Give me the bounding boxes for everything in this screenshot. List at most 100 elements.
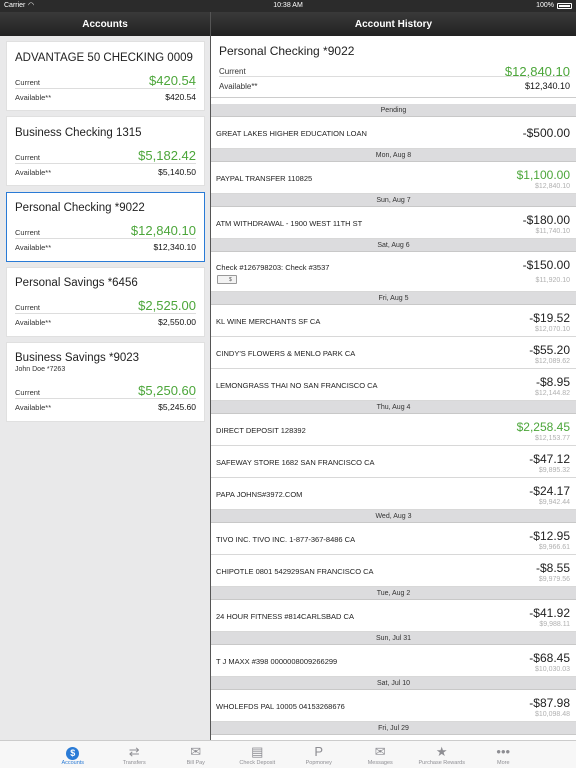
- account-name: Business Savings *9023: [15, 352, 140, 364]
- transaction-amount: -$8.95: [535, 375, 570, 389]
- tab-label: Messages: [367, 760, 393, 766]
- transaction-amount: -$12.95: [529, 529, 570, 543]
- running-balance: $11,740.10: [535, 228, 570, 235]
- bill-pay-icon: ✉: [190, 744, 202, 759]
- current-balance: $420.54: [149, 73, 196, 88]
- transaction-row[interactable]: WHOLEFDS PAL 10005 04153268676 -$87.98 $…: [211, 690, 576, 722]
- transaction-amount: $2,258.45: [516, 420, 570, 434]
- transaction-description: GREAT LAKES HIGHER EDUCATION LOAN: [216, 129, 367, 138]
- transaction-row[interactable]: 24 HOUR FITNESS #814CARLSBAD CA -$41.92 …: [211, 600, 576, 632]
- transaction-row[interactable]: T J MAXX #398 0000008009266299 -$68.45 $…: [211, 645, 576, 677]
- tab-more[interactable]: ••• More: [473, 741, 535, 768]
- battery-percent: 100%: [536, 2, 554, 9]
- available-label: Available**: [15, 243, 52, 252]
- check-icon-glyph: $: [229, 277, 232, 283]
- divider: [15, 313, 196, 314]
- tab-messages[interactable]: ✉ Messages: [350, 741, 412, 768]
- transaction-row[interactable]: Check #126798203: Check #3537 $ -$150.00…: [211, 252, 576, 292]
- available-label: Available**: [15, 318, 52, 327]
- account-card[interactable]: Business Savings *9023 John Doe *7263 Cu…: [6, 342, 205, 422]
- transaction-amount: -$41.92: [529, 606, 570, 620]
- transaction-row[interactable]: CINDY'S FLOWERS & MENLO PARK CA -$55.20 …: [211, 337, 576, 369]
- transaction-description: PAPA JOHNS#3972.COM: [216, 490, 303, 499]
- transaction-row[interactable]: GREAT LAKES HIGHER EDUCATION LOAN -$500.…: [211, 117, 576, 149]
- account-card[interactable]: Business Checking 1315 Current $5,182.42…: [6, 116, 205, 186]
- summary-available-balance: $12,340.10: [524, 81, 570, 91]
- tab-popmoney[interactable]: P Popmoney: [288, 741, 350, 768]
- date-header: Sat, Aug 6: [211, 239, 576, 252]
- current-label: Current: [15, 78, 41, 87]
- available-label: Available**: [15, 168, 52, 177]
- tab-bill-pay[interactable]: ✉ Bill Pay: [165, 741, 227, 768]
- divider: [15, 163, 196, 164]
- running-balance: $10,030.03: [534, 666, 570, 673]
- history-navbar: Account History: [211, 12, 576, 36]
- summary-current-label: Current: [219, 67, 246, 76]
- running-balance: $9,942.44: [538, 499, 570, 506]
- transaction-amount: -$47.12: [529, 452, 570, 466]
- transfer-arrows-icon: ⇄: [128, 744, 140, 759]
- check-image-icon[interactable]: $: [217, 275, 237, 284]
- app: Carrier ◠ 10:38 AM 100% Accounts Account…: [0, 0, 576, 768]
- summary-available-label: Available**: [219, 82, 258, 91]
- account-name: ADVANTAGE 50 CHECKING 0009: [15, 52, 193, 64]
- transaction-description: ATM WITHDRAWAL - 1900 WEST 11TH ST: [216, 219, 363, 228]
- available-balance: $2,550.00: [158, 317, 196, 327]
- tab-transfers[interactable]: ⇄ Transfers: [104, 741, 166, 768]
- transaction-amount: -$500.00: [522, 126, 570, 140]
- transaction-row[interactable]: LEMONGRASS THAI NO SAN FRANCISCO CA -$8.…: [211, 369, 576, 401]
- transaction-row[interactable]: PAPA JOHNS#3972.COM -$24.17 $9,942.44: [211, 478, 576, 510]
- transaction-row[interactable]: PAYPAL TRANSFER 110825 $1,100.00 $12,840…: [211, 162, 576, 194]
- current-label: Current: [15, 303, 41, 312]
- current-label: Current: [15, 228, 41, 237]
- tab-label: Popmoney: [305, 760, 332, 766]
- running-balance: $12,089.62: [534, 358, 570, 365]
- running-balance: $12,070.10: [534, 326, 570, 333]
- running-balance: $12,153.77: [534, 435, 570, 442]
- account-summary: Personal Checking *9022 Current $12,840.…: [211, 36, 576, 98]
- check-deposit-icon: ▤: [251, 744, 264, 759]
- transaction-description: PAYPAL TRANSFER 110825: [216, 174, 313, 183]
- tab-label: Transfers: [122, 760, 146, 766]
- tab-label: Bill Pay: [186, 760, 205, 766]
- account-card-selected[interactable]: Personal Checking *9022 Current $12,840.…: [6, 192, 205, 262]
- pending-header: Pending: [211, 104, 576, 117]
- date-header: Sun, Aug 7: [211, 194, 576, 207]
- tab-accounts[interactable]: $ Accounts: [42, 741, 104, 768]
- transaction-row[interactable]: DIRECT DEPOSIT 128392 $2,258.45 $12,153.…: [211, 414, 576, 446]
- transaction-row[interactable]: ATM WITHDRAWAL - 1900 WEST 11TH ST -$180…: [211, 207, 576, 239]
- divider: [15, 88, 196, 89]
- date-header: Wed, Aug 3: [211, 510, 576, 523]
- running-balance: $12,840.10: [534, 183, 570, 190]
- transaction-row[interactable]: KL WINE MERCHANTS SF CA -$19.52 $12,070.…: [211, 305, 576, 337]
- transaction-description: DIRECT DEPOSIT 128392: [216, 426, 306, 435]
- account-name: Business Checking 1315: [15, 127, 142, 139]
- tab-purchase-rewards[interactable]: ★ Purchase Rewards: [411, 741, 473, 768]
- transaction-amount: -$180.00: [522, 213, 570, 227]
- account-card[interactable]: Personal Savings *6456 Current $2,525.00…: [6, 267, 205, 337]
- transaction-row[interactable]: SAFEWAY STORE 1682 SAN FRANCISCO CA -$47…: [211, 446, 576, 478]
- tab-label: More: [496, 760, 510, 766]
- running-balance: $9,979.56: [538, 576, 570, 583]
- account-name: Personal Savings *6456: [15, 277, 138, 289]
- divider: [219, 76, 570, 77]
- summary-account-name: Personal Checking *9022: [219, 44, 355, 58]
- transaction-description: LEMONGRASS THAI NO SAN FRANCISCO CA: [216, 381, 378, 390]
- tab-check-deposit[interactable]: ▤ Check Deposit: [227, 741, 289, 768]
- running-balance: $12,144.82: [534, 390, 570, 397]
- account-card[interactable]: ADVANTAGE 50 CHECKING 0009 Current $420.…: [6, 41, 205, 111]
- account-history: Personal Checking *9022 Current $12,840.…: [211, 36, 576, 740]
- transaction-row[interactable]: TIVO INC. TIVO INC. 1-877-367-8486 CA -$…: [211, 523, 576, 555]
- transaction-amount: -$87.98: [529, 696, 570, 710]
- dollar-icon: $: [65, 744, 80, 760]
- transaction-row[interactable]: CHIPOTLE 0801 542929SAN FRANCISCO CA -$8…: [211, 555, 576, 587]
- current-balance: $12,840.10: [130, 223, 196, 238]
- more-dots-icon: •••: [496, 744, 511, 759]
- available-label: Available**: [15, 93, 52, 102]
- transaction-description: TIVO INC. TIVO INC. 1-877-367-8486 CA: [216, 535, 356, 544]
- date-header: Fri, Aug 5: [211, 292, 576, 305]
- current-label: Current: [15, 153, 41, 162]
- envelope-icon: ✉: [374, 744, 386, 759]
- popmoney-icon: P: [314, 744, 324, 759]
- status-bar: Carrier ◠ 10:38 AM 100%: [0, 0, 576, 12]
